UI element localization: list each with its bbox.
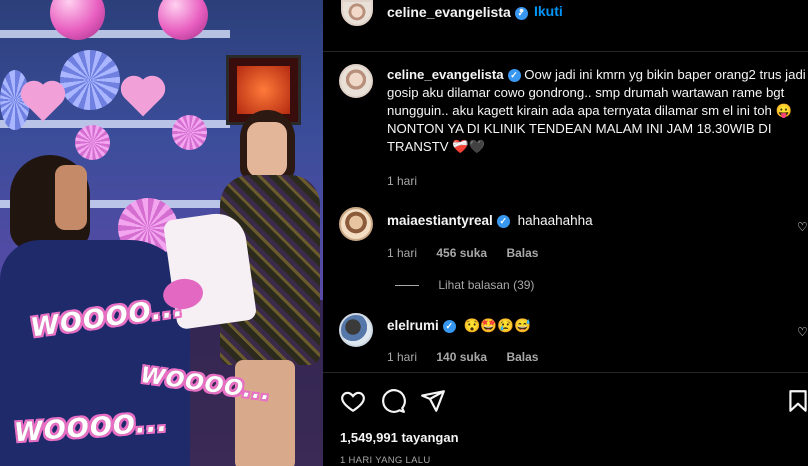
comment-likes[interactable]: 140 suka [436,350,487,364]
post-details-panel: celine_evangelista ✓ • Ikuti celine_evang… [323,0,808,466]
comment-username[interactable]: maiaestiantyreal [387,213,493,228]
avatar[interactable] [341,0,373,26]
comment-meta: 1 hari 456 suka Balas [387,246,554,260]
follow-button[interactable]: Ikuti [534,3,563,19]
comment-time[interactable]: 1 hari [387,246,417,260]
header-username[interactable]: celine_evangelista ✓ [387,4,528,20]
comment-item: elelrumi ✓ 😯🤩😢😅 [387,318,531,334]
caption-time[interactable]: 1 hari [387,174,417,188]
verified-badge-icon: ✓ [507,69,521,82]
send-icon[interactable] [420,388,446,414]
bookmark-icon[interactable] [785,388,808,414]
view-replies-button[interactable]: Lihat balasan (39) [395,278,534,292]
comment-likes[interactable]: 456 suka [436,246,487,260]
caption-meta: 1 hari [387,174,433,188]
paper-fan-decoration [172,115,207,150]
caption-username[interactable]: celine_evangelista [387,67,504,82]
heart-icon[interactable] [340,388,366,414]
post-header: celine_evangelista ✓ • Ikuti [323,0,808,52]
separator: • [519,2,524,18]
avatar[interactable] [339,64,373,98]
comment-text: hahaahahha [517,213,593,228]
post-media[interactable]: WOOOO... WOOOO... WOOOO... [0,0,323,466]
paper-fan-decoration [60,50,120,110]
verified-badge-icon: ✓ [442,320,456,333]
post-caption: celine_evangelista ✓ Oow jadi ini kmrn yg… [387,66,807,156]
comment-username[interactable]: elelrumi [387,318,439,333]
verified-badge-icon: ✓ [496,215,510,228]
heart-icon[interactable]: ♡ [797,220,808,234]
reply-button[interactable]: Balas [506,246,538,260]
post-actions: 1,549,991 tayangan 1 HARI YANG LALU [323,372,808,466]
avatar[interactable] [339,313,373,347]
avatar[interactable] [339,207,373,241]
view-count[interactable]: 1,549,991 tayangan [340,430,459,445]
comment-item: maiaestiantyreal ✓ hahaahahha [387,213,593,228]
post-timestamp: 1 HARI YANG LALU [340,455,431,466]
comment-text: 😯🤩😢😅 [463,318,531,333]
comment-icon[interactable] [380,388,406,414]
comment-time[interactable]: 1 hari [387,350,417,364]
comment-meta: 1 hari 140 suka Balas [387,350,554,364]
reply-button[interactable]: Balas [506,350,538,364]
heart-icon[interactable]: ♡ [797,325,808,339]
